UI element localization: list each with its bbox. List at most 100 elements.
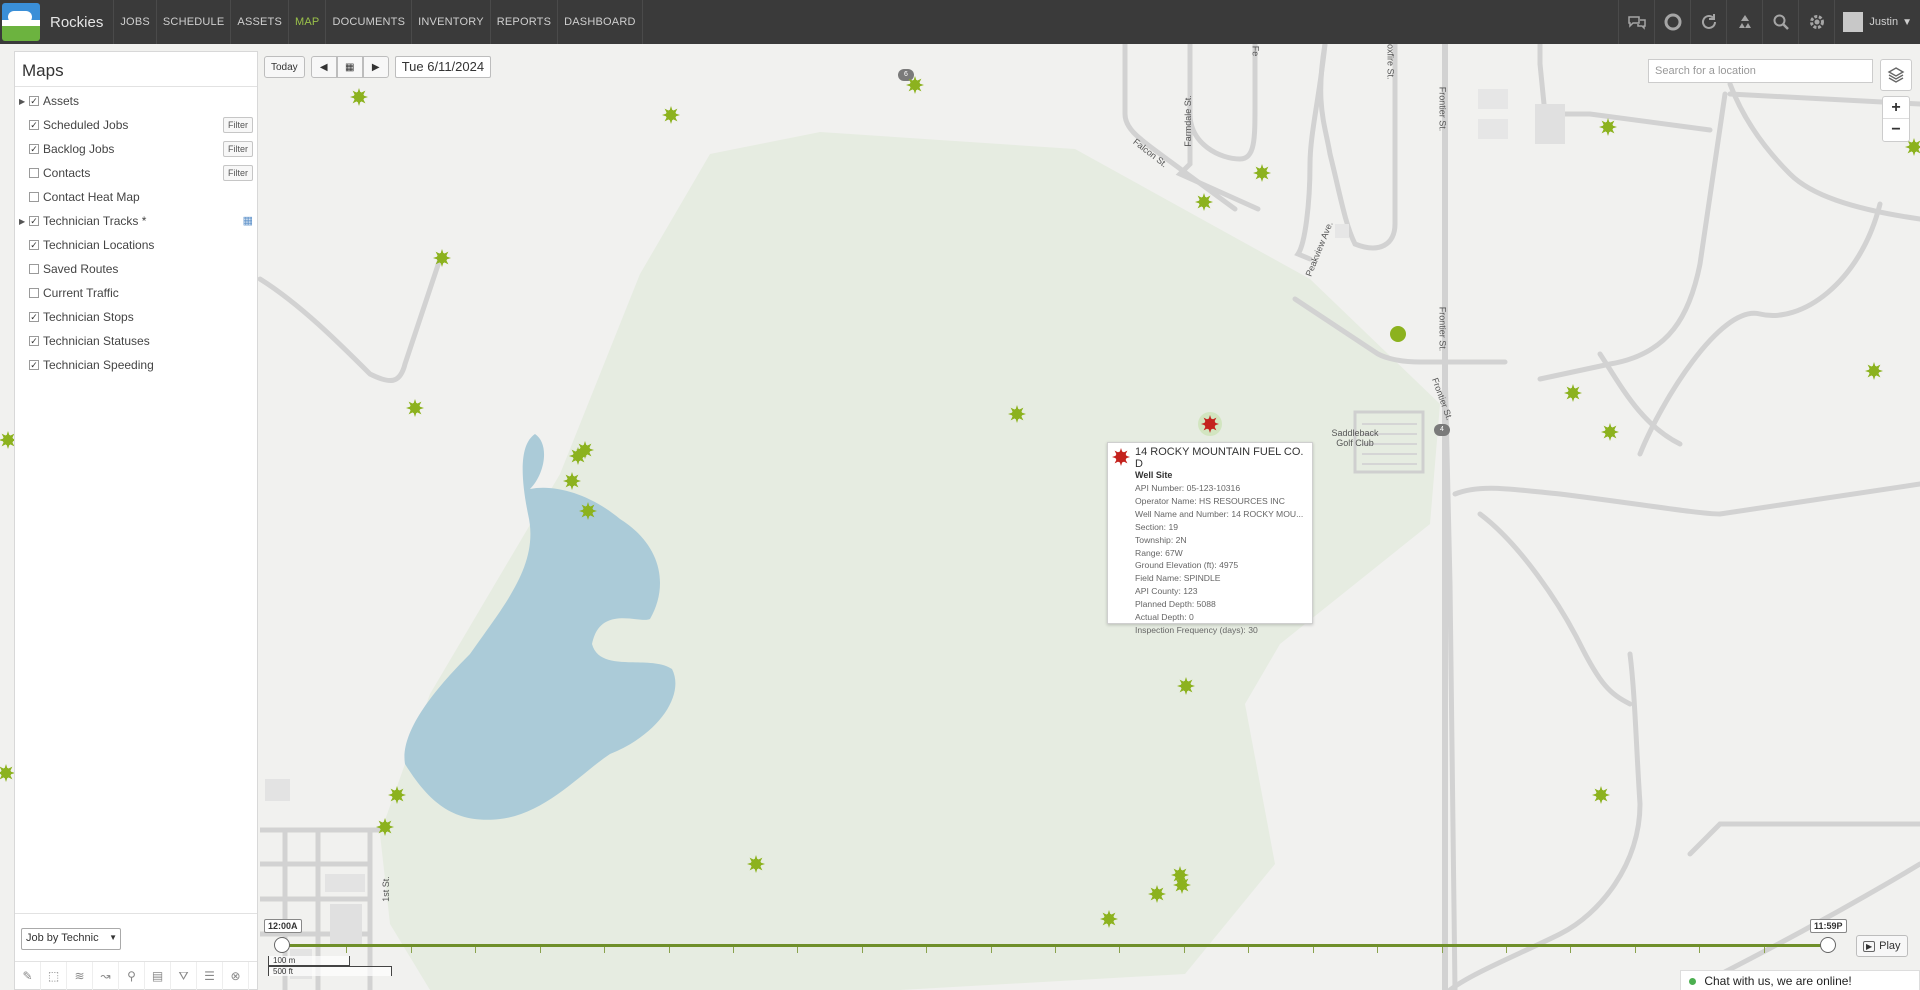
- expand-arrow-icon[interactable]: ▶: [19, 97, 29, 106]
- nav-inventory[interactable]: INVENTORY: [411, 0, 490, 44]
- gear-icon[interactable]: [1798, 0, 1834, 44]
- layer-checkbox[interactable]: ✓: [29, 336, 39, 346]
- nav-dashboard[interactable]: DASHBOARD: [557, 0, 643, 44]
- layer-checkbox[interactable]: [29, 264, 39, 274]
- layer-current-traffic[interactable]: Current Traffic: [15, 281, 257, 305]
- nav-reports[interactable]: REPORTS: [489, 0, 557, 44]
- asset-marker[interactable]: [350, 88, 368, 106]
- asset-marker[interactable]: [1195, 193, 1213, 211]
- filter-button[interactable]: Filter: [223, 117, 253, 133]
- close-circle-icon[interactable]: ⊗: [223, 962, 249, 990]
- list-icon[interactable]: ☰: [197, 962, 223, 990]
- asset-marker[interactable]: [1601, 423, 1619, 441]
- asset-info-popup[interactable]: 14 ROCKY MOUNTAIN FUEL CO. D Well Site A…: [1107, 442, 1313, 635]
- next-day-button[interactable]: ▶: [362, 56, 389, 78]
- recycle-icon[interactable]: [1726, 0, 1762, 44]
- asset-marker[interactable]: [1008, 405, 1026, 423]
- nav-assets[interactable]: ASSETS: [230, 0, 288, 44]
- layer-checkbox[interactable]: ✓: [29, 120, 39, 130]
- play-button[interactable]: ▶ Play: [1856, 935, 1908, 957]
- app-logo[interactable]: [2, 3, 40, 41]
- search-icon[interactable]: [1762, 0, 1798, 44]
- asset-marker[interactable]: [1177, 677, 1195, 695]
- pencil-icon[interactable]: ✎: [15, 962, 41, 990]
- live-chat-widget[interactable]: Chat with us, we are online!: [1680, 970, 1920, 990]
- asset-marker[interactable]: [406, 399, 424, 417]
- timeline-end-handle[interactable]: [1820, 937, 1836, 953]
- location-search-input[interactable]: Search for a location: [1648, 59, 1873, 83]
- asset-marker[interactable]: [1100, 910, 1118, 928]
- zoom-in-button[interactable]: +: [1883, 97, 1909, 119]
- layer-checkbox[interactable]: ✓: [29, 144, 39, 154]
- user-location-icon[interactable]: ⚲: [119, 962, 145, 990]
- route-icon[interactable]: ↝: [93, 962, 119, 990]
- layer-technician-tracks[interactable]: ▶ ✓ Technician Tracks * ▦: [15, 209, 257, 233]
- nav-map[interactable]: MAP: [288, 0, 325, 44]
- layer-technician-locations[interactable]: ✓ Technician Locations: [15, 233, 257, 257]
- asset-marker[interactable]: [376, 818, 394, 836]
- layer-contact-heat-map[interactable]: Contact Heat Map: [15, 185, 257, 209]
- asset-marker[interactable]: [1865, 362, 1883, 380]
- table-icon[interactable]: ▤: [145, 962, 171, 990]
- layer-checkbox[interactable]: [29, 168, 39, 178]
- asset-marker[interactable]: [569, 447, 587, 465]
- layer-technician-stops[interactable]: ✓ Technician Stops: [15, 305, 257, 329]
- popup-title[interactable]: 14 ROCKY MOUNTAIN FUEL CO. D: [1135, 446, 1308, 470]
- help-lifebuoy-icon[interactable]: [1654, 0, 1690, 44]
- map-canvas[interactable]: Falcon St. Farmdale St. Peakview Ave. Fo…: [0, 44, 1920, 990]
- select-box-icon[interactable]: ⬚: [41, 962, 67, 990]
- asset-marker[interactable]: [563, 472, 581, 490]
- layer-backlog-jobs[interactable]: ✓ Backlog Jobs Filter: [15, 137, 257, 161]
- layer-checkbox[interactable]: ✓: [29, 240, 39, 250]
- asset-marker[interactable]: [0, 764, 15, 782]
- grouping-select[interactable]: Job by Technic ▼: [21, 928, 121, 950]
- asset-marker[interactable]: [388, 786, 406, 804]
- user-menu[interactable]: Justin ▼: [1834, 0, 1920, 44]
- asset-marker[interactable]: [1148, 885, 1166, 903]
- layer-scheduled-jobs[interactable]: ✓ Scheduled Jobs Filter: [15, 113, 257, 137]
- zoom-out-button[interactable]: −: [1883, 119, 1909, 141]
- asset-marker[interactable]: [579, 502, 597, 520]
- filter-button[interactable]: Filter: [223, 165, 253, 181]
- nav-documents[interactable]: DOCUMENTS: [325, 0, 411, 44]
- layers-stack-icon[interactable]: ≋: [67, 962, 93, 990]
- asset-marker[interactable]: [906, 76, 924, 94]
- asset-marker[interactable]: [1599, 118, 1617, 136]
- asset-marker[interactable]: [662, 106, 680, 124]
- nav-schedule[interactable]: SCHEDULE: [155, 0, 231, 44]
- refresh-icon[interactable]: [1690, 0, 1726, 44]
- previous-day-button[interactable]: ◀: [310, 56, 337, 78]
- layer-technician-speeding[interactable]: ✓ Technician Speeding: [15, 353, 257, 377]
- layer-checkbox[interactable]: ✓: [29, 216, 39, 226]
- timeline-start-handle[interactable]: [274, 937, 290, 953]
- layer-checkbox[interactable]: ✓: [29, 360, 39, 370]
- expand-arrow-icon[interactable]: ▶: [19, 217, 29, 226]
- selected-asset-marker[interactable]: [1198, 412, 1222, 436]
- layer-checkbox[interactable]: [29, 192, 39, 202]
- layer-saved-routes[interactable]: Saved Routes: [15, 257, 257, 281]
- scale-imperial: 500 ft: [268, 966, 392, 976]
- map-layers-button[interactable]: [1880, 59, 1912, 91]
- brand-name[interactable]: Rockies: [50, 14, 103, 31]
- asset-marker[interactable]: [1564, 384, 1582, 402]
- layer-technician-statuses[interactable]: ✓ Technician Statuses: [15, 329, 257, 353]
- technician-location-dot[interactable]: [1390, 326, 1406, 342]
- asset-marker[interactable]: [747, 855, 765, 873]
- layer-checkbox[interactable]: ✓: [29, 96, 39, 106]
- layer-assets[interactable]: ▶ ✓ Assets: [15, 89, 257, 113]
- calendar-button[interactable]: ▦: [336, 56, 363, 78]
- date-field[interactable]: Tue 6/11/2024: [394, 56, 492, 78]
- layer-contacts[interactable]: Contacts Filter: [15, 161, 257, 185]
- asset-marker[interactable]: [1173, 876, 1191, 894]
- chat-icon[interactable]: [1618, 0, 1654, 44]
- layer-checkbox[interactable]: [29, 288, 39, 298]
- layer-checkbox[interactable]: ✓: [29, 312, 39, 322]
- today-button[interactable]: Today: [264, 56, 305, 78]
- asset-marker[interactable]: [433, 249, 451, 267]
- asset-marker[interactable]: [1592, 786, 1610, 804]
- track-map-icon[interactable]: ▦: [243, 214, 253, 227]
- nav-jobs[interactable]: JOBS: [113, 0, 156, 44]
- traffic-icon[interactable]: ⛛: [171, 962, 197, 990]
- asset-marker[interactable]: [1253, 164, 1271, 182]
- filter-button[interactable]: Filter: [223, 141, 253, 157]
